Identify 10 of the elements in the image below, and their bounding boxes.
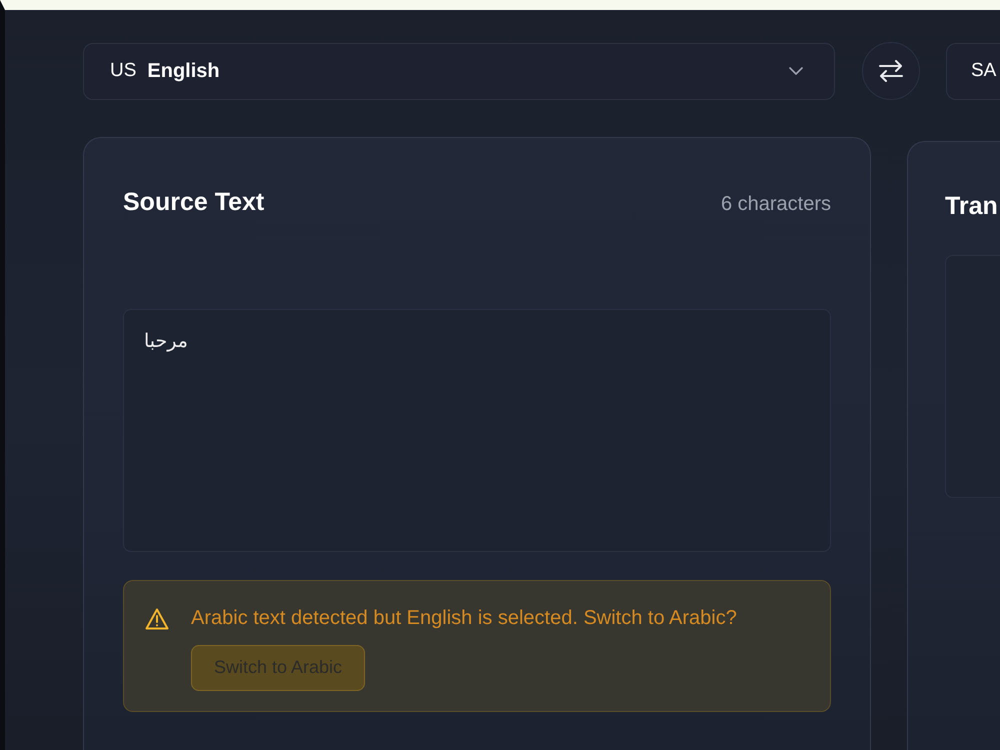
warning-icon	[145, 608, 169, 630]
source-text-field[interactable]: مرحبا	[123, 309, 831, 552]
warning-message: Arabic text detected but English is selected. Switch to Arabic?	[191, 607, 737, 630]
source-language-select[interactable]: US English	[83, 42, 835, 100]
character-count: 6 characters	[720, 193, 831, 216]
panel-title: Source Text	[123, 187, 264, 217]
swap-arrows-icon	[879, 60, 903, 82]
chevron-down-icon	[789, 67, 803, 75]
panel-title: Tran	[945, 191, 999, 221]
target-language-select[interactable]: SA	[946, 42, 1000, 100]
